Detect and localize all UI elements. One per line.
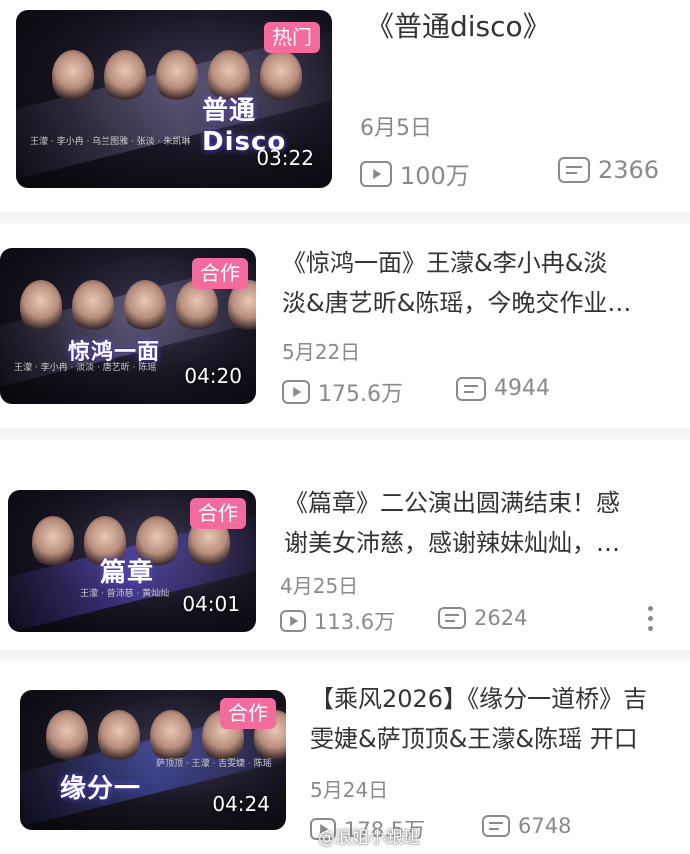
view-count: 100万 [360, 156, 470, 191]
video-thumbnail[interactable]: 篇章 王濛 · 曾沛慈 · 黄灿灿 合作 04:01 [8, 490, 256, 632]
danmaku-icon [482, 815, 510, 837]
video-item[interactable]: 惊鸿一面 王濛 · 李小冉 · 淡淡 · 唐艺昕 · 陈瑶 合作 04:20 《… [0, 228, 690, 428]
play-count-icon [280, 610, 306, 632]
view-count: 175.6万 [282, 376, 403, 408]
divider [0, 212, 690, 224]
danmaku-icon [558, 157, 590, 183]
more-options-icon[interactable] [648, 606, 654, 631]
hot-badge: 热门 [264, 22, 320, 53]
danmaku-icon [456, 376, 486, 401]
video-date: 5月22日 [282, 340, 361, 364]
video-title-line2[interactable]: 谢美女沛慈，感谢辣妹灿灿，… [284, 524, 684, 562]
divider [0, 650, 690, 662]
video-date: 5月24日 [310, 778, 389, 802]
watermark: @浪姐小跟班 [318, 828, 420, 848]
video-item[interactable]: 普通Disco 王濛 · 李小冉 · 乌兰图雅 · 张淡 · 朱凯琳 热门 03… [0, 0, 690, 210]
thumbnail-logo-text: 缘分一 [60, 774, 142, 804]
danmaku-count: 2366 [558, 156, 659, 184]
video-thumbnail[interactable]: 普通Disco 王濛 · 李小冉 · 乌兰图雅 · 张淡 · 朱凯琳 热门 03… [16, 10, 332, 188]
danmaku-icon [438, 607, 466, 629]
video-date: 6月5日 [360, 116, 432, 141]
collab-badge: 合作 [190, 498, 246, 529]
video-title-line2[interactable]: 淡&唐艺昕&陈瑶，今晚交作业… [282, 284, 686, 322]
danmaku-count: 6748 [482, 814, 571, 838]
video-item[interactable]: 篇章 王濛 · 曾沛慈 · 黄灿灿 合作 04:01 《篇章》二公演出圆满结束！… [0, 446, 690, 646]
video-title-line2[interactable]: 雯婕&萨顶顶&王濛&陈瑶 开口 [310, 720, 690, 758]
video-date: 4月25日 [280, 574, 359, 598]
thumbnail-logo-text: 篇章 [100, 558, 155, 588]
video-title[interactable]: 《普通disco》 [366, 8, 684, 46]
collab-badge: 合作 [220, 698, 276, 729]
danmaku-count: 2624 [438, 606, 527, 630]
divider [0, 428, 690, 440]
video-thumbnail[interactable]: 惊鸿一面 王濛 · 李小冉 · 淡淡 · 唐艺昕 · 陈瑶 合作 04:20 [0, 248, 256, 404]
collab-badge: 合作 [192, 258, 248, 289]
video-duration: 04:24 [212, 792, 270, 816]
video-duration: 04:20 [184, 364, 242, 388]
video-title-line1[interactable]: 【乘风2026】《缘分一道桥》吉 [310, 680, 690, 718]
video-duration: 04:01 [182, 592, 240, 616]
view-count: 113.6万 [280, 606, 395, 636]
video-title-line1[interactable]: 《惊鸿一面》王濛&李小冉&淡 [282, 244, 686, 282]
play-count-icon [282, 380, 310, 404]
video-duration: 03:22 [256, 146, 314, 170]
danmaku-count: 4944 [456, 376, 550, 401]
play-count-icon [360, 160, 392, 187]
video-thumbnail[interactable]: 缘分一 萨顶顶 · 王濛 · 吉雯婕 · 陈瑶 合作 04:24 [20, 690, 286, 830]
video-title-line1[interactable]: 《篇章》二公演出圆满结束！感 [284, 484, 684, 522]
